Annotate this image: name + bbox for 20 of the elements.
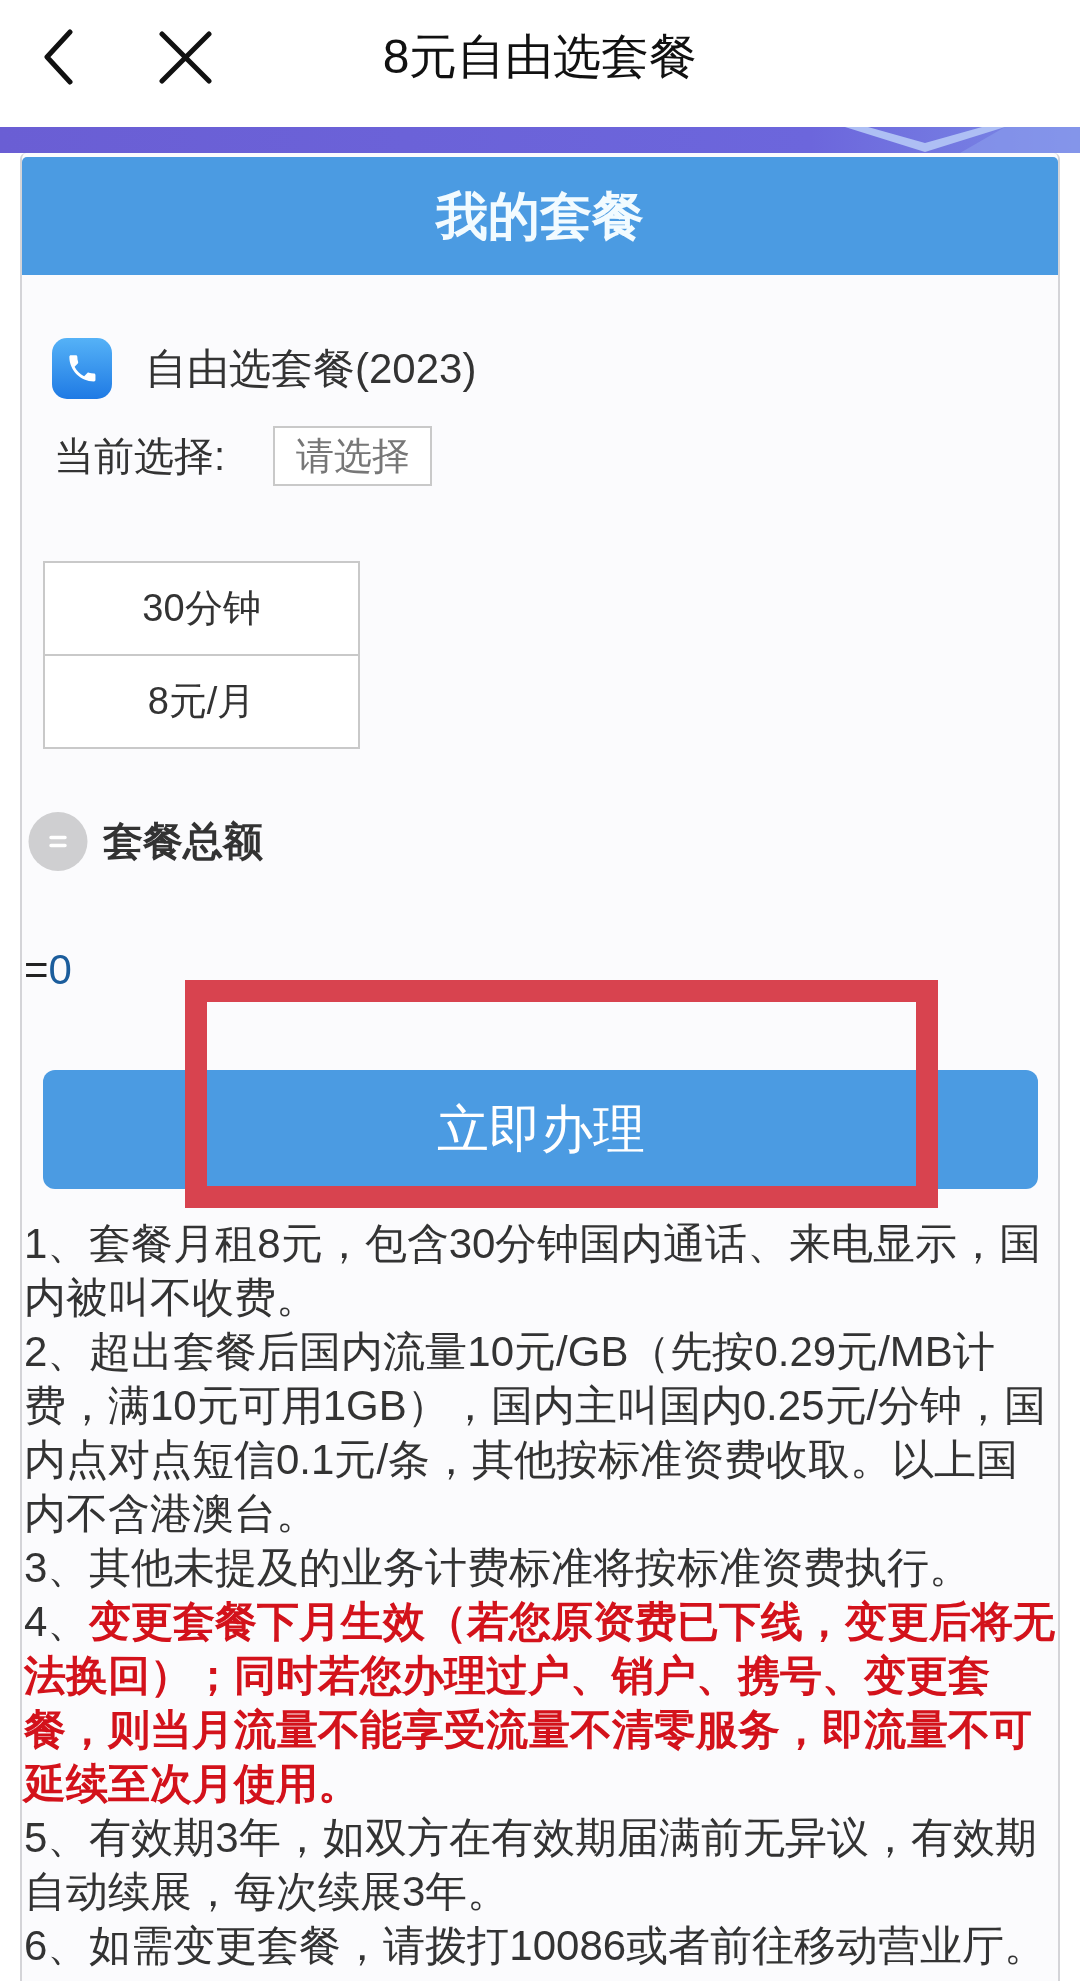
plan-option[interactable]: 30分钟 8元/月 (43, 561, 360, 749)
note-text: 1、套餐月租8元，包含30分钟国内通话、来电显示，国内被叫不收费。 (24, 1219, 1043, 1323)
note-text: 5、有效期3年，如双方在有效期届满前无异议，有效期自动续展，每次续展3年。 (24, 1813, 1038, 1917)
back-icon[interactable] (43, 29, 74, 85)
note-text: 2、超出套餐后国内流量10元/GB（先按0.29元/MB计费，满10元可用1GB），国内主叫国内0.25元/分钟，国内点对点短信0.1元/条，其他按标准资费收取。以上国内不含港澳台。 (24, 1327, 1048, 1539)
note-text: 6、如需变更套餐，请拨打10086或者前往移动营业厅。 (24, 1921, 1048, 1971)
phone-icon (52, 338, 112, 399)
total-label: 套餐总额 (103, 818, 263, 865)
note-text: 4、变更套餐下月生效（若您原资费已下线，变更后将无法换回）；同时若您办理过户、销户、携号、变更套餐，则当月流量不能享受流量不清零服务，即流量不可延续至次月使用。 (24, 1597, 1056, 1809)
note-text: 3、其他未提及的业务计费标准将按标准资费执行。 (24, 1543, 973, 1593)
plan-name: 自由选套餐(2023) (145, 343, 477, 394)
card-title: 我的套餐 (436, 186, 644, 247)
close-icon[interactable] (158, 30, 213, 84)
page-title: 8元自由选套餐 (382, 29, 698, 85)
option-cell: 8元/月 (45, 654, 358, 747)
total-value: =0 (24, 946, 72, 993)
selection-field[interactable]: 请选择 (273, 426, 432, 486)
equals-icon (28, 812, 88, 871)
option-cell-text: 30分钟 (141, 586, 262, 631)
selection-label: 当前选择: (54, 432, 227, 480)
